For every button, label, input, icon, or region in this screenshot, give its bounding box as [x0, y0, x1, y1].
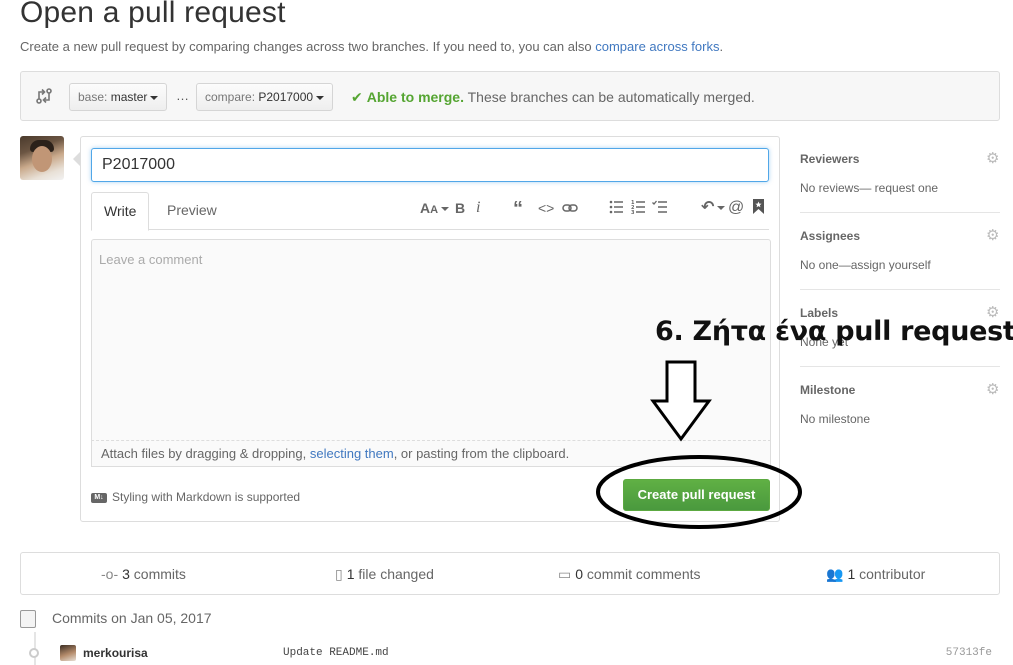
gear-icon[interactable]: ⚙: [986, 382, 1000, 397]
file-diff-icon: ▯: [335, 566, 343, 582]
markdown-icon: M↓: [91, 492, 107, 503]
attach-suffix: , or pasting from the clipboard.: [393, 446, 570, 461]
page-subtitle: Create a new pull request by comparing c…: [20, 39, 723, 54]
commits-label: commits: [129, 566, 186, 582]
commit-message[interactable]: Update README.md: [283, 647, 389, 659]
attach-prefix: Attach files by dragging & dropping,: [101, 446, 310, 461]
bulleted-list-icon[interactable]: [609, 200, 624, 214]
files-label: file changed: [354, 566, 434, 582]
bold-icon[interactable]: B: [455, 200, 465, 216]
numbered-list-icon[interactable]: 123: [631, 200, 646, 214]
subtitle-text: Create a new pull request by comparing c…: [20, 39, 596, 54]
compare-branch-button[interactable]: compare: P2017000: [196, 83, 334, 111]
assignees-title: Assignees: [800, 229, 861, 243]
people-icon: 👥: [826, 566, 844, 582]
commit-row: merkourisa Update README.md 57313fe: [20, 644, 1000, 664]
commit-dot-icon: [29, 648, 39, 658]
compare-across-forks-link[interactable]: compare across forks: [595, 39, 719, 54]
reviewers-title: Reviewers: [800, 152, 860, 166]
bookmark-icon[interactable]: [753, 199, 764, 214]
summary-bar: -o- 3 commits ▯ 1 file changed ▭ 0 commit c…: [20, 552, 1000, 595]
sidebar-reviewers: Reviewers No reviews— request one ⚙: [800, 136, 1000, 213]
sidebar-assignees: Assignees No one—assign yourself ⚙: [800, 213, 1000, 290]
text-size-icon[interactable]: AA: [420, 200, 450, 218]
avatar[interactable]: [20, 136, 64, 180]
assignees-value[interactable]: No one—assign yourself: [800, 258, 931, 272]
branch-range-bar: base: master … compare: P2017000 ✔ Able t…: [20, 71, 1000, 121]
commit-sha[interactable]: 57313fe: [946, 647, 992, 659]
commit-icon: -o-: [101, 566, 119, 582]
comment-textarea[interactable]: Leave a comment: [91, 239, 771, 467]
gear-icon[interactable]: ⚙: [986, 228, 1000, 243]
merge-detail-text: These branches can be automatically merg…: [463, 89, 755, 105]
contributors-label: contributor: [855, 566, 926, 582]
svg-text:3: 3: [631, 210, 635, 214]
markdown-note-text: Styling with Markdown is supported: [112, 490, 301, 504]
sidebar-milestone: Milestone No milestone ⚙: [800, 367, 1000, 444]
commits-count: 3: [122, 566, 130, 582]
git-compare-icon: [36, 88, 52, 104]
pr-title-input[interactable]: [91, 148, 769, 182]
commits-summary[interactable]: -o- 3 commits: [101, 566, 186, 582]
select-files-link[interactable]: selecting them: [310, 446, 394, 461]
reply-icon[interactable]: ↶: [701, 200, 726, 216]
link-icon[interactable]: [562, 202, 578, 214]
comment-placeholder: Leave a comment: [99, 252, 203, 267]
range-ellipsis: …: [176, 88, 189, 103]
reviewers-value[interactable]: No reviews— request one: [800, 181, 938, 195]
quote-icon[interactable]: “: [513, 199, 523, 219]
base-branch-button[interactable]: base: master: [69, 83, 168, 111]
commits-date-header: Commits on Jan 05, 2017: [20, 610, 212, 629]
sidebar: Reviewers No reviews— request one ⚙ Assi…: [800, 136, 1000, 444]
mention-icon[interactable]: @: [728, 200, 744, 216]
compare-value: P2017000: [258, 90, 314, 104]
avatar-face: [32, 146, 52, 172]
files-count: 1: [346, 566, 355, 582]
page-title: Open a pull request: [20, 0, 286, 29]
comments-label: commit comments: [583, 566, 701, 582]
contributors-summary[interactable]: 👥 1 contributor: [826, 566, 925, 583]
gear-icon[interactable]: ⚙: [986, 151, 1000, 166]
base-value: master: [110, 90, 148, 104]
attach-files-bar[interactable]: Attach files by dragging & dropping, sel…: [91, 440, 771, 467]
create-pull-request-button[interactable]: Create pull request: [623, 479, 770, 511]
chevron-down-icon: [150, 95, 159, 100]
comments-count: 0: [575, 566, 584, 582]
tab-write[interactable]: Write: [91, 192, 150, 231]
comment-icon: ▭: [558, 566, 572, 582]
commits-calendar-icon: [20, 610, 36, 629]
milestone-value: No milestone: [800, 412, 871, 426]
markdown-note[interactable]: M↓ Styling with Markdown is supported: [91, 490, 300, 504]
italic-icon[interactable]: i: [476, 200, 480, 216]
compare-label: compare:: [205, 90, 259, 104]
comments-summary[interactable]: ▭ 0 commit comments: [558, 566, 701, 583]
merge-ok-text: Able to merge.: [366, 89, 464, 105]
annotation-text: 6. Ζήτα ένα pull request: [655, 316, 1013, 347]
merge-status: ✔ Able to merge. These branches can be au…: [351, 89, 755, 106]
commit-avatar[interactable]: [60, 645, 76, 661]
subtitle-end: .: [719, 39, 724, 54]
task-list-icon[interactable]: [652, 200, 668, 214]
check-icon: ✔: [351, 89, 363, 105]
commit-author[interactable]: merkourisa: [83, 646, 148, 660]
files-summary[interactable]: ▯ 1 file changed: [335, 566, 434, 583]
tab-preview[interactable]: Preview: [155, 192, 229, 230]
code-icon[interactable]: <>: [538, 200, 554, 216]
base-label: base:: [78, 90, 111, 104]
chevron-down-icon: [316, 95, 325, 100]
commits-date-text: Commits on Jan 05, 2017: [52, 610, 212, 626]
milestone-title: Milestone: [800, 383, 856, 397]
